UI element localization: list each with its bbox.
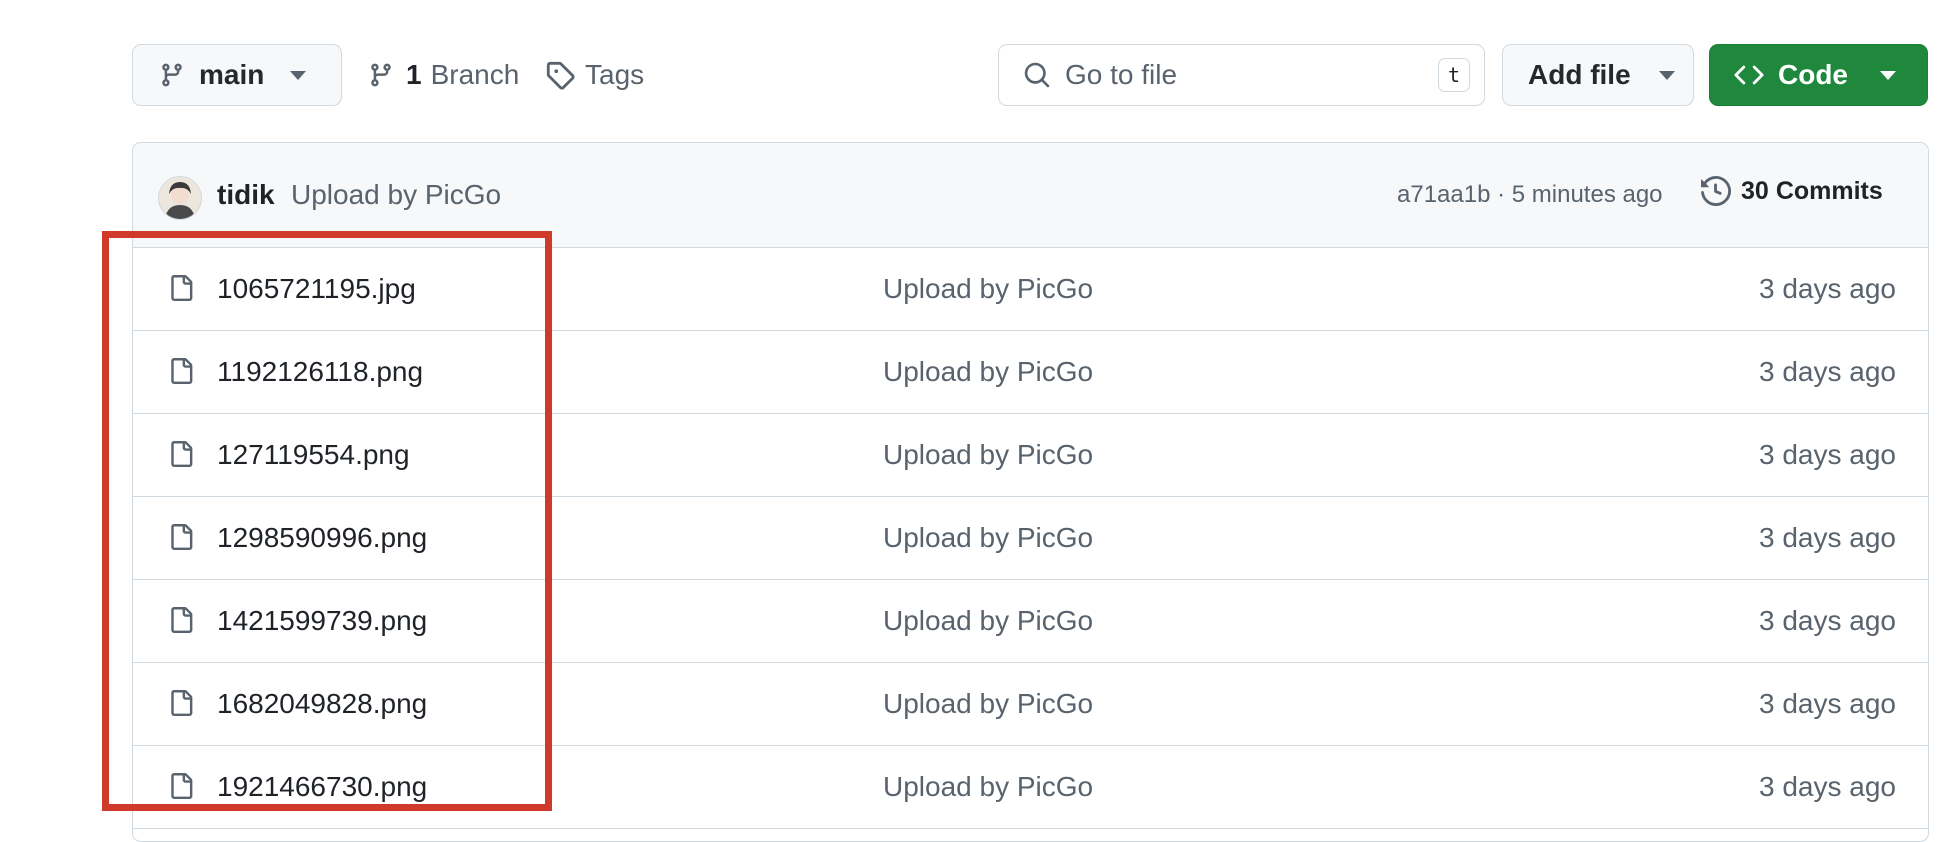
code-button[interactable]: Code [1709, 44, 1928, 106]
file-row[interactable]: 1065721195.jpg Upload by PicGo 3 days ago [133, 248, 1928, 331]
file-icon [171, 773, 193, 799]
search-icon [1024, 62, 1050, 88]
file-icon [171, 690, 193, 716]
file-name-link[interactable]: 1192126118.png [217, 356, 423, 388]
file-list: tidik Upload by PicGo a71aa1b · 5 minute… [132, 142, 1929, 842]
add-file-button[interactable]: Add file [1502, 44, 1694, 106]
file-commit-message[interactable]: Upload by PicGo [883, 688, 1093, 720]
tags-label: Tags [585, 59, 645, 90]
file-commit-message[interactable]: Upload by PicGo [883, 522, 1093, 554]
file-icon-wrap [168, 271, 194, 310]
commit-message[interactable]: Upload by PicGo [291, 179, 501, 211]
file-commit-message[interactable]: Upload by PicGo [883, 439, 1093, 471]
file-name-link[interactable]: 1921466730.png [217, 771, 427, 803]
commit-author[interactable]: tidik [217, 179, 275, 211]
git-branch-icon [371, 63, 391, 87]
branches-link[interactable]: 1 Branch [368, 44, 519, 106]
go-to-file-placeholder: Go to file [1065, 59, 1178, 90]
file-commit-date: 3 days ago [1759, 688, 1896, 719]
file-icon-wrap [168, 520, 194, 559]
file-icon [171, 524, 193, 550]
code-label: Code [1778, 59, 1848, 90]
file-icon-wrap [168, 603, 194, 642]
repo-toolbar: main 1 Branch Tags Go to file t Add file… [132, 44, 1930, 108]
history-icon [1701, 176, 1731, 206]
avatar[interactable] [158, 176, 202, 220]
file-row[interactable]: 127119554.png Upload by PicGo 3 days ago [133, 414, 1928, 497]
branches-label: Branch [430, 59, 520, 90]
file-row[interactable]: 1421599739.png Upload by PicGo 3 days ago [133, 580, 1928, 663]
file-commit-date: 3 days ago [1759, 273, 1896, 304]
avatar-illustration [159, 177, 201, 219]
branch-select-label: main [199, 59, 265, 90]
file-icon [171, 441, 193, 467]
file-commit-message[interactable]: Upload by PicGo [883, 605, 1093, 637]
file-name-link[interactable]: 1298590996.png [217, 522, 427, 554]
file-icon [171, 607, 193, 633]
branches-count: 1 [406, 59, 422, 90]
file-name-link[interactable]: 1682049828.png [217, 688, 427, 720]
caret-down-icon [290, 70, 307, 80]
tag-icon [546, 61, 575, 90]
tags-link[interactable]: Tags [545, 44, 644, 106]
file-commit-date: 3 days ago [1759, 771, 1896, 802]
file-icon [171, 275, 193, 301]
branch-select-button[interactable]: main [132, 44, 342, 106]
file-commit-date: 3 days ago [1759, 605, 1896, 636]
commits-label: Commits [1775, 176, 1883, 205]
file-commit-message[interactable]: Upload by PicGo [883, 273, 1093, 305]
caret-down-icon [1658, 70, 1675, 80]
commits-count: 30 [1741, 176, 1769, 205]
file-row[interactable]: 1298590996.png Upload by PicGo 3 days ago [133, 497, 1928, 580]
file-icon-wrap [168, 354, 194, 393]
commits-link[interactable]: 30 Commits [1701, 176, 1883, 206]
go-to-file-input[interactable]: Go to file t [998, 44, 1485, 106]
keyboard-shortcut-hint: t [1438, 58, 1470, 92]
commit-sha-time[interactable]: a71aa1b · 5 minutes ago [1397, 181, 1663, 209]
file-commit-date: 3 days ago [1759, 522, 1896, 553]
caret-down-icon [1880, 70, 1896, 80]
file-icon-wrap [168, 769, 194, 808]
latest-commit-bar: tidik Upload by PicGo a71aa1b · 5 minute… [133, 143, 1928, 248]
file-row[interactable]: 1192126118.png Upload by PicGo 3 days ago [133, 331, 1928, 414]
file-row[interactable]: 1921466730.png Upload by PicGo 3 days ago [133, 746, 1928, 829]
file-icon-wrap [168, 437, 194, 476]
file-icon-wrap [168, 686, 194, 725]
file-commit-message[interactable]: Upload by PicGo [883, 771, 1093, 803]
file-commit-message[interactable]: Upload by PicGo [883, 356, 1093, 388]
file-name-link[interactable]: 127119554.png [217, 439, 410, 471]
file-commit-date: 3 days ago [1759, 356, 1896, 387]
file-commit-date: 3 days ago [1759, 439, 1896, 470]
file-row[interactable]: 1682049828.png Upload by PicGo 3 days ago [133, 663, 1928, 746]
file-rows: 1065721195.jpg Upload by PicGo 3 days ago 1… [133, 248, 1928, 829]
add-file-label: Add file [1528, 59, 1631, 90]
file-icon [171, 358, 193, 384]
git-branch-icon [162, 63, 182, 87]
code-icon [1734, 65, 1764, 85]
file-name-link[interactable]: 1421599739.png [217, 605, 427, 637]
file-name-link[interactable]: 1065721195.jpg [217, 273, 416, 305]
